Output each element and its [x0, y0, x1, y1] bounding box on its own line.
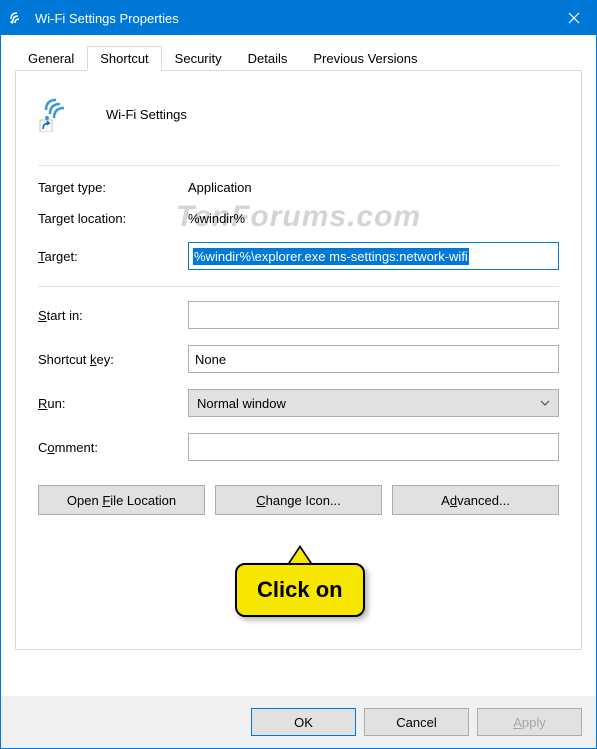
apply-button[interactable]: Apply: [477, 708, 582, 736]
tab-general[interactable]: General: [15, 46, 87, 70]
target-input[interactable]: %windir%\explorer.exe ms-settings:networ…: [188, 242, 559, 270]
target-type-row: Target type: Application: [38, 180, 559, 195]
target-row: Target: %windir%\explorer.exe ms-setting…: [38, 242, 559, 270]
shortcutkey-row: Shortcut key:: [38, 345, 559, 373]
shortcut-file-icon: [38, 92, 88, 137]
startin-input[interactable]: [188, 301, 559, 329]
tab-details[interactable]: Details: [235, 46, 301, 70]
callout-balloon: Click on: [235, 545, 365, 617]
target-location-value: %windir%: [188, 211, 559, 226]
wifi-icon: [9, 7, 27, 30]
run-select-value: Normal window: [197, 396, 286, 411]
properties-window: Wi-Fi Settings Properties General Shortc…: [0, 0, 597, 749]
window-title: Wi-Fi Settings Properties: [35, 11, 551, 26]
balloon-tail: [288, 545, 312, 563]
chevron-down-icon: [540, 398, 550, 409]
separator: [38, 165, 559, 166]
advanced-button[interactable]: Advanced...: [392, 485, 559, 515]
shortcut-name-label: Wi-Fi Settings: [106, 107, 187, 122]
target-location-label: Target location:: [38, 211, 188, 226]
run-select[interactable]: Normal window: [188, 389, 559, 417]
startin-label: Start in:: [38, 308, 188, 323]
button-row: Open File Location Change Icon... Advanc…: [38, 485, 559, 515]
target-location-row: Target location: %windir%: [38, 211, 559, 226]
change-icon-button[interactable]: Change Icon...: [215, 485, 382, 515]
ok-button[interactable]: OK: [251, 708, 356, 736]
tab-security[interactable]: Security: [162, 46, 235, 70]
run-row: Run: Normal window: [38, 389, 559, 417]
shortcutkey-label: Shortcut key:: [38, 352, 188, 367]
target-type-value: Application: [188, 180, 559, 195]
comment-row: Comment:: [38, 433, 559, 461]
titlebar: Wi-Fi Settings Properties: [1, 1, 596, 35]
cancel-button[interactable]: Cancel: [364, 708, 469, 736]
target-type-label: Target type:: [38, 180, 188, 195]
comment-label: Comment:: [38, 440, 188, 455]
shortcutkey-input[interactable]: [188, 345, 559, 373]
callout-text: Click on: [235, 563, 365, 617]
shortcut-header: Wi-Fi Settings: [38, 92, 559, 137]
close-button[interactable]: [551, 1, 596, 35]
tab-shortcut[interactable]: Shortcut: [87, 46, 161, 71]
separator: [38, 286, 559, 287]
open-file-location-button[interactable]: Open File Location: [38, 485, 205, 515]
target-input-value: %windir%\explorer.exe ms-settings:networ…: [193, 248, 469, 265]
tab-strip: General Shortcut Security Details Previo…: [15, 46, 582, 71]
startin-row: Start in:: [38, 301, 559, 329]
tab-previous-versions[interactable]: Previous Versions: [300, 46, 430, 70]
run-label: Run:: [38, 396, 188, 411]
dialog-footer: OK Cancel Apply: [1, 696, 596, 748]
comment-input[interactable]: [188, 433, 559, 461]
target-label: Target:: [38, 249, 188, 264]
